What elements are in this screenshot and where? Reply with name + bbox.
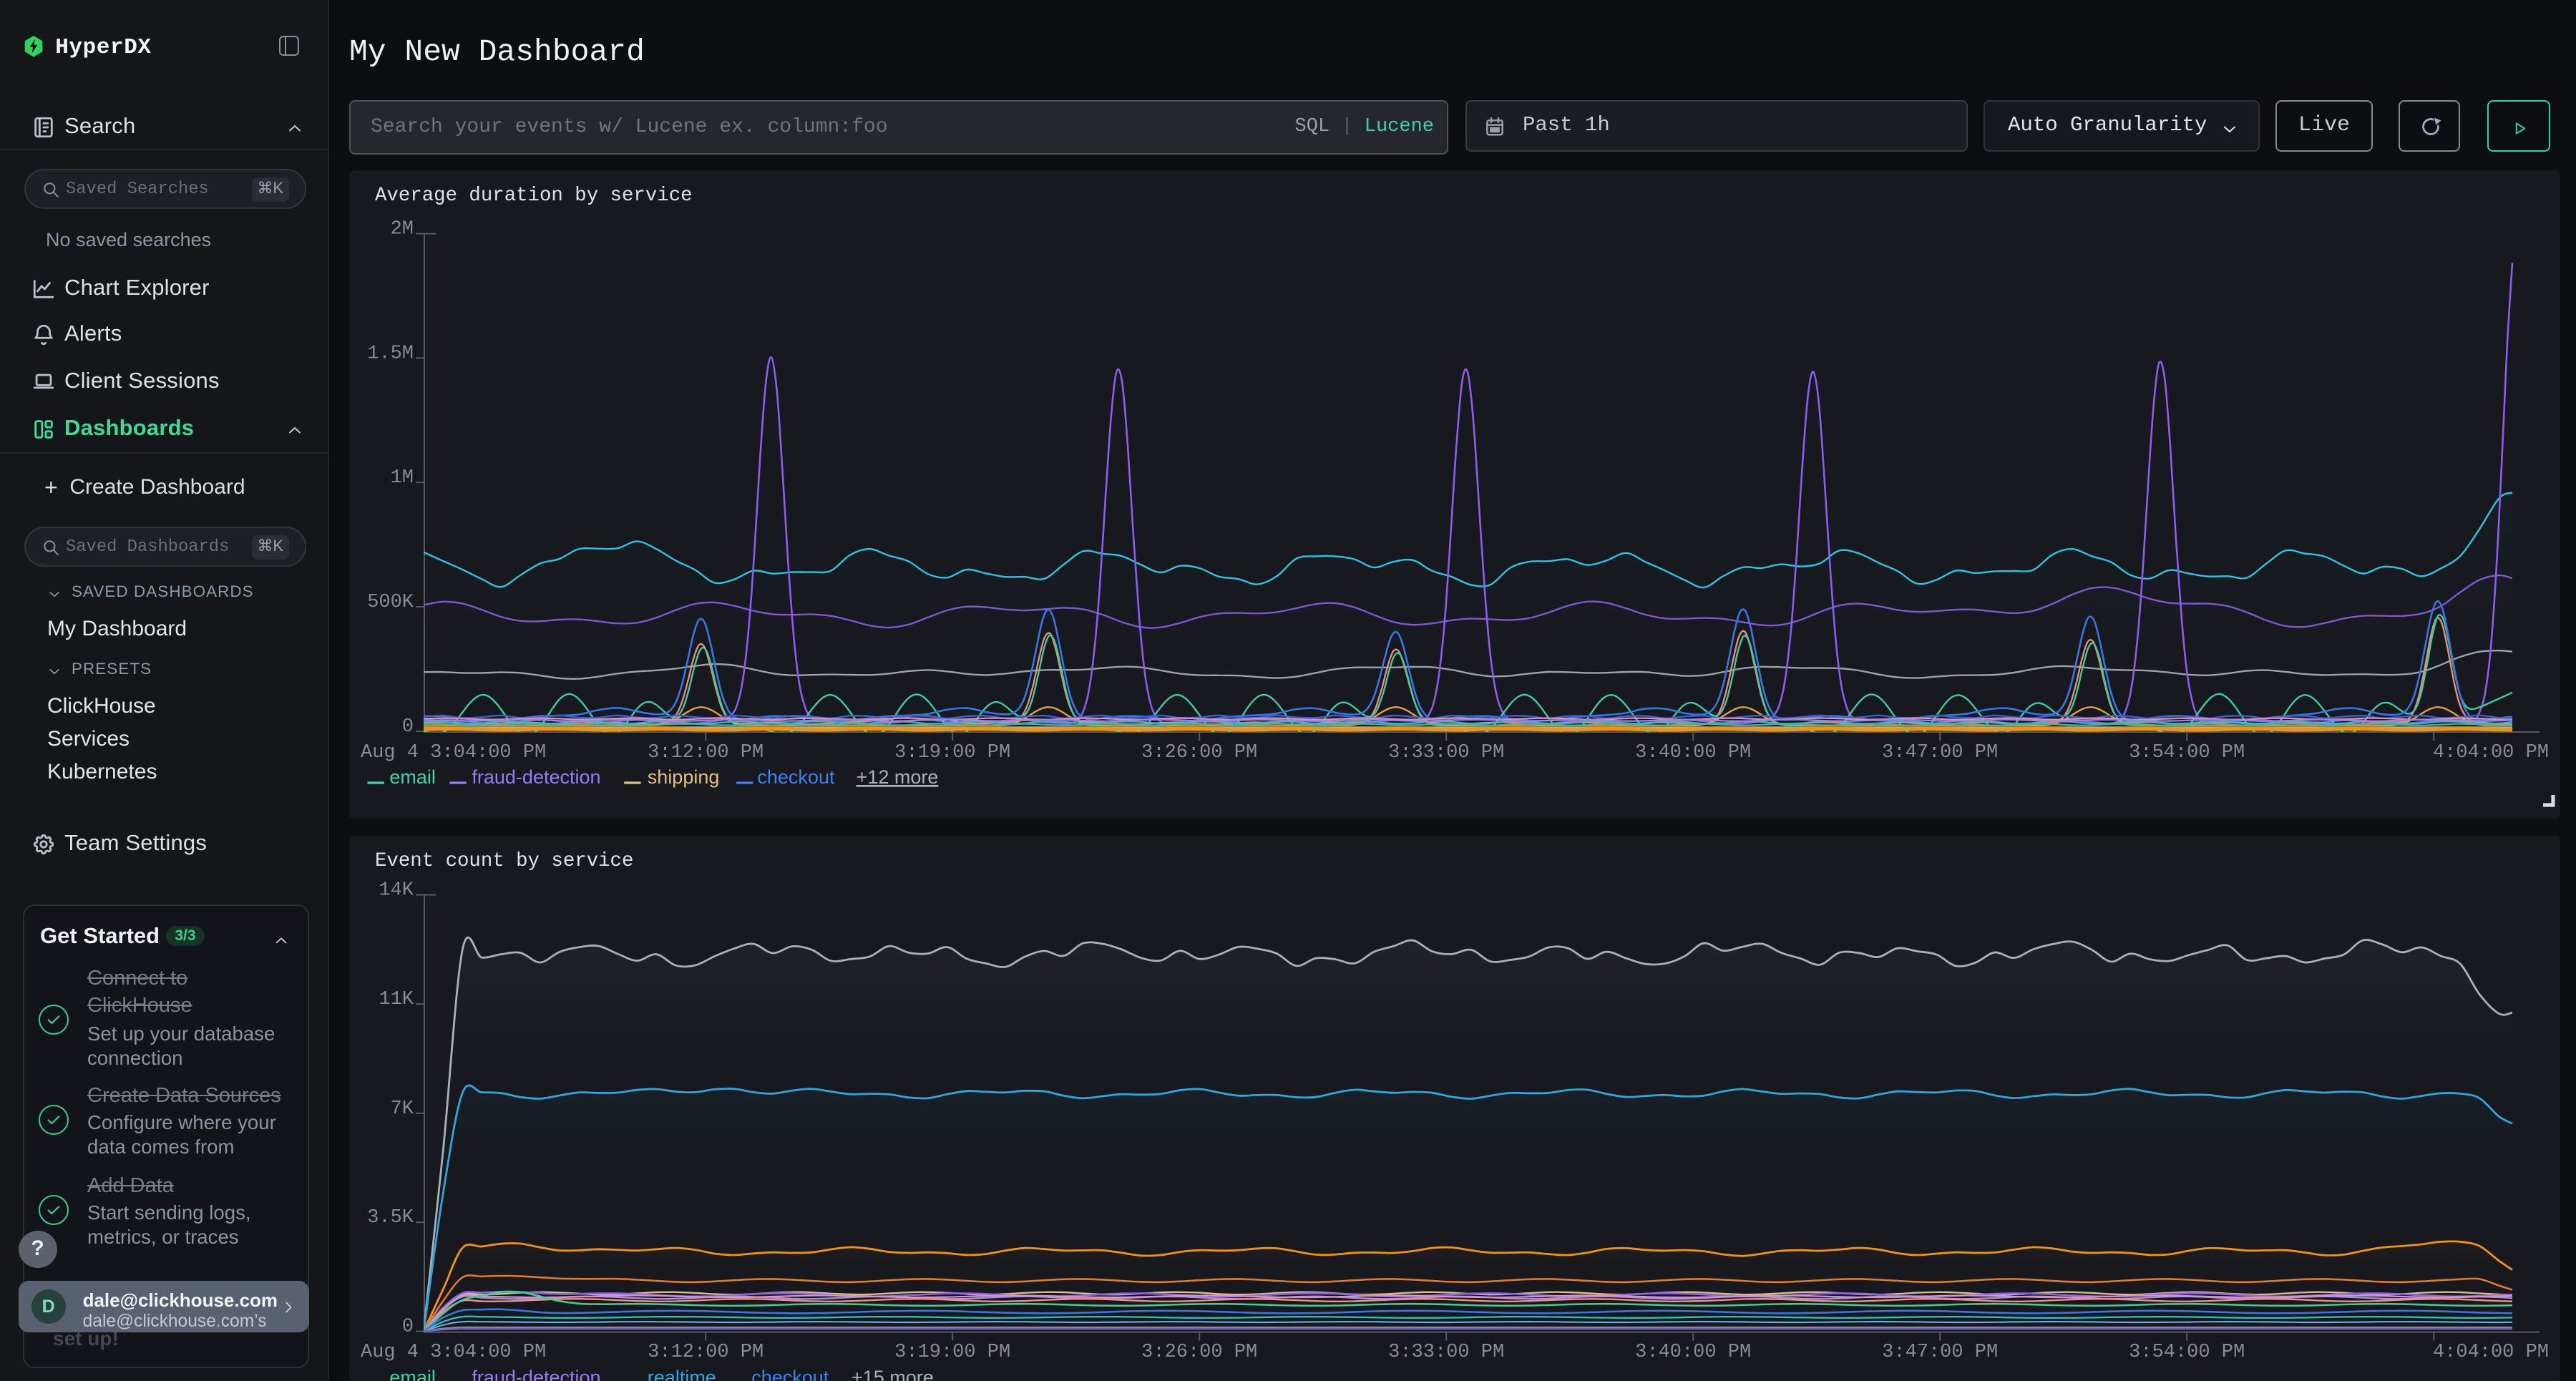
svg-text:500K: 500K <box>366 592 414 613</box>
svg-text:3:40:00 PM: 3:40:00 PM <box>1634 742 1750 763</box>
svg-text:fraud-detection: fraud-detection <box>471 1367 600 1381</box>
svg-text:11K: 11K <box>378 989 413 1010</box>
svg-text:3:19:00 PM: 3:19:00 PM <box>894 742 1010 763</box>
svg-text:+12 more: +12 more <box>856 766 938 788</box>
svg-text:fraud-detection: fraud-detection <box>471 766 600 788</box>
svg-text:3.5K: 3.5K <box>366 1207 414 1229</box>
svg-text:checkout: checkout <box>751 1367 829 1381</box>
svg-text:4:04:00 PM: 4:04:00 PM <box>2432 742 2548 763</box>
svg-text:checkout: checkout <box>756 766 834 788</box>
svg-text:3:33:00 PM: 3:33:00 PM <box>1387 1342 1503 1363</box>
svg-text:2M: 2M <box>390 219 413 240</box>
svg-text:+15 more: +15 more <box>851 1367 933 1381</box>
svg-text:4:04:00 PM: 4:04:00 PM <box>2432 1342 2548 1363</box>
svg-text:3:33:00 PM: 3:33:00 PM <box>1387 742 1503 763</box>
svg-text:realtime: realtime <box>647 1367 716 1381</box>
svg-text:3:12:00 PM: 3:12:00 PM <box>647 1342 763 1363</box>
svg-text:3:54:00 PM: 3:54:00 PM <box>2128 742 2244 763</box>
svg-text:email: email <box>389 1367 435 1381</box>
svg-text:3:47:00 PM: 3:47:00 PM <box>1881 1342 1997 1363</box>
svg-text:0: 0 <box>401 1317 413 1338</box>
svg-text:0: 0 <box>401 716 413 738</box>
svg-text:3:54:00 PM: 3:54:00 PM <box>2128 1342 2244 1363</box>
svg-text:3:26:00 PM: 3:26:00 PM <box>1141 742 1257 763</box>
svg-text:Aug 4 3:04:00 PM: Aug 4 3:04:00 PM <box>360 742 545 763</box>
svg-text:3:12:00 PM: 3:12:00 PM <box>647 742 763 763</box>
svg-text:shipping: shipping <box>647 766 719 788</box>
svg-text:1.5M: 1.5M <box>366 343 413 364</box>
svg-text:7K: 7K <box>390 1098 414 1120</box>
svg-text:1M: 1M <box>390 467 413 489</box>
svg-text:14K: 14K <box>378 880 413 902</box>
svg-text:3:40:00 PM: 3:40:00 PM <box>1634 1342 1750 1363</box>
svg-text:Aug 4 3:04:00 PM: Aug 4 3:04:00 PM <box>360 1342 545 1363</box>
svg-text:email: email <box>389 766 435 788</box>
svg-text:3:47:00 PM: 3:47:00 PM <box>1881 742 1997 763</box>
svg-text:3:26:00 PM: 3:26:00 PM <box>1141 1342 1257 1363</box>
svg-text:3:19:00 PM: 3:19:00 PM <box>894 1342 1010 1363</box>
